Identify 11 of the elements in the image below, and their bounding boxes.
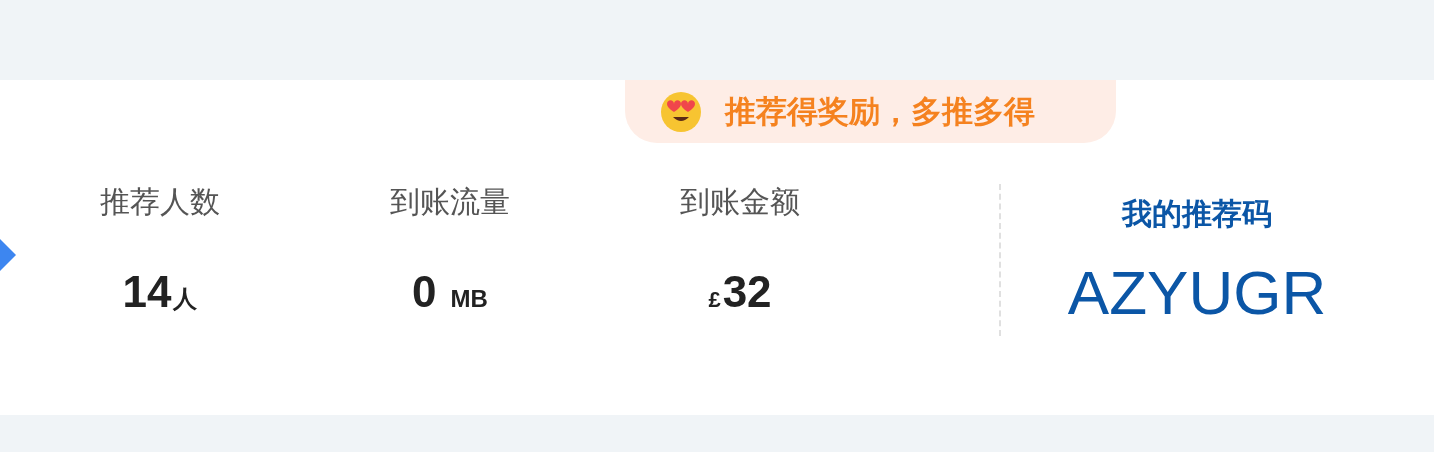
heart-eyes-emoji-icon bbox=[659, 89, 703, 134]
stat-value: 0 MB bbox=[412, 268, 488, 318]
referral-code-title: 我的推荐码 bbox=[1122, 196, 1272, 232]
stat-value: 14人 bbox=[122, 268, 198, 318]
stat-label: 到账流量 bbox=[390, 184, 510, 220]
referral-code: AZYUGR bbox=[1067, 257, 1327, 328]
stat-value: £32 bbox=[708, 268, 772, 318]
promo-text: 推荐得奖励，多推多得 bbox=[725, 92, 1035, 131]
stat-label: 到账金额 bbox=[680, 184, 800, 220]
stat-label: 推荐人数 bbox=[100, 184, 220, 220]
triangle-icon bbox=[0, 239, 16, 271]
